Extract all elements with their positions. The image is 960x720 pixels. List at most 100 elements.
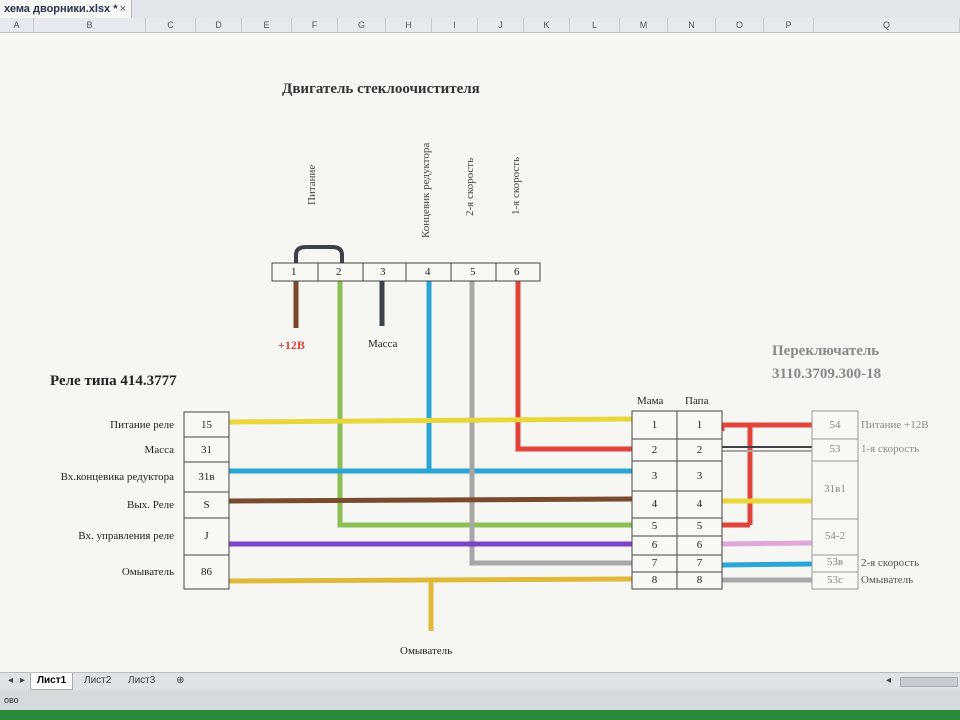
papa-pin: 3 <box>696 470 703 482</box>
motor-connector <box>271 262 541 282</box>
relay-row-label: Питание реле <box>110 419 174 431</box>
column-header[interactable]: K <box>524 18 570 32</box>
switch-label-speed-2: 2-я скорость <box>861 557 920 569</box>
column-header[interactable]: O <box>716 18 764 32</box>
switch-part-number: 3110.3709.300-18 <box>772 366 882 382</box>
switch-pin: 53с <box>827 574 843 586</box>
close-tab-icon[interactable]: × <box>120 0 126 18</box>
column-header[interactable]: F <box>292 18 338 32</box>
label-limit-switch: Концевик редуктора <box>420 142 432 238</box>
switch-label-power: Питание +12В <box>861 419 929 431</box>
relay-pin: S <box>203 499 210 511</box>
relay-pin: 15 <box>201 419 212 431</box>
document-tab-bar: хема дворники.xlsx * × <box>0 0 960 18</box>
horizontal-scrollbar[interactable] <box>900 677 958 687</box>
mama-pin: 6 <box>651 539 658 551</box>
relay-row-label: Вх.концевика редуктора <box>60 471 174 483</box>
column-header-row: A B C D E F G H I J K L M N O P Q <box>0 18 960 33</box>
mama-pin: 8 <box>651 574 658 586</box>
worksheet-canvas[interactable]: Двигатель стеклоочистителя Питание Конце… <box>0 33 960 673</box>
switch-label-speed-1: 1-я скорость <box>861 443 920 455</box>
relay-title: Реле типа 414.3777 <box>50 373 177 389</box>
papa-pin: 7 <box>696 557 703 569</box>
washer-label: Омыватель <box>400 645 453 657</box>
column-header[interactable]: C <box>146 18 196 32</box>
papa-pin: 2 <box>696 444 703 456</box>
wire-red-right <box>719 422 812 431</box>
switch-pin: 54 <box>829 419 841 431</box>
wire-orange <box>228 576 633 584</box>
papa-pin: 4 <box>696 498 703 510</box>
relay-pin: 31в <box>198 471 215 483</box>
sheet-tab-1[interactable]: Лист1 <box>30 673 74 690</box>
scroll-left-icon[interactable]: ◂ <box>880 673 897 689</box>
nav-next-icon[interactable]: ▸ <box>14 673 31 689</box>
column-header[interactable]: M <box>620 18 668 32</box>
motor-pin-5: 5 <box>470 266 476 278</box>
papa-header: Папа <box>685 395 709 407</box>
relay-row-label: Масса <box>144 444 174 456</box>
switch-pin: 53 <box>829 443 841 455</box>
papa-pin: 5 <box>696 520 703 532</box>
label-speed-1: 1-я скорость <box>510 156 522 215</box>
mama-pin: 2 <box>651 444 658 456</box>
column-header[interactable]: Q <box>814 18 960 32</box>
relay-row-label: Вых. Реле <box>127 499 174 511</box>
column-header[interactable]: P <box>764 18 814 32</box>
jumper-wire-1-2 <box>294 245 344 263</box>
wire-blue-right <box>721 561 813 568</box>
sheet-tab-bar: ◂ ▸ Лист1 Лист2 Лист3 ⊕ ◂ <box>0 672 960 691</box>
mama-pin: 7 <box>651 557 658 569</box>
relay-row-label: Омыватель <box>121 566 174 578</box>
relay-row-label: Вх. управления реле <box>78 530 174 542</box>
insert-sheet-icon[interactable]: ⊕ <box>170 673 190 689</box>
papa-pin: 8 <box>696 574 703 586</box>
mama-pin: 3 <box>651 470 658 482</box>
motor-pin-2: 2 <box>336 266 342 278</box>
column-header[interactable]: I <box>432 18 478 32</box>
relay-pin: J <box>204 530 209 542</box>
column-header[interactable]: N <box>668 18 716 32</box>
column-header[interactable]: L <box>570 18 620 32</box>
status-text: ово <box>4 695 19 705</box>
relay-pin: 86 <box>201 566 212 578</box>
switch-title: Переключатель <box>772 343 880 359</box>
column-header[interactable]: D <box>196 18 242 32</box>
relay-pin: 31 <box>201 444 212 456</box>
motor-pin-4: 4 <box>425 266 431 278</box>
wire-red <box>515 281 632 452</box>
switch-pin: 54-2 <box>824 530 846 542</box>
switch-pin: 53в <box>826 556 844 568</box>
motor-pin-1: 1 <box>291 266 297 278</box>
column-header[interactable]: J <box>478 18 524 32</box>
column-header[interactable]: B <box>34 18 146 32</box>
motor-pin-3: 3 <box>380 266 386 278</box>
wire-brown <box>228 496 633 504</box>
document-tab[interactable]: хема дворники.xlsx * × <box>0 0 132 18</box>
sheet-tab-3[interactable]: Лист3 <box>122 673 161 689</box>
label-power: Питание <box>306 164 318 205</box>
mama-pin: 1 <box>651 419 658 431</box>
mama-pin: 4 <box>651 498 658 510</box>
switch-label-washer: Омыватель <box>861 574 914 586</box>
ground-label: Масса <box>368 338 398 350</box>
wire-pink-right <box>721 540 813 547</box>
papa-pin: 1 <box>696 419 703 431</box>
column-header[interactable]: E <box>242 18 292 32</box>
papa-pin: 6 <box>696 539 703 551</box>
status-bar: ово <box>0 690 960 710</box>
taskbar <box>0 710 960 720</box>
label-speed-2: 2-я скорость <box>464 157 476 216</box>
column-header[interactable]: H <box>386 18 432 32</box>
wire-yellow <box>228 416 633 425</box>
switch-pin: 31в1 <box>824 483 846 495</box>
document-tab-title: хема дворники.xlsx * <box>4 3 118 15</box>
motor-pin-6: 6 <box>514 266 520 278</box>
column-header[interactable]: G <box>338 18 386 32</box>
column-header[interactable]: A <box>0 18 34 32</box>
mama-pin: 5 <box>651 520 658 532</box>
motor-title: Двигатель стеклоочистителя <box>282 81 480 97</box>
mama-header: Мама <box>637 395 664 407</box>
plus12v-label: +12В <box>278 338 305 352</box>
sheet-tab-2[interactable]: Лист2 <box>78 673 117 689</box>
